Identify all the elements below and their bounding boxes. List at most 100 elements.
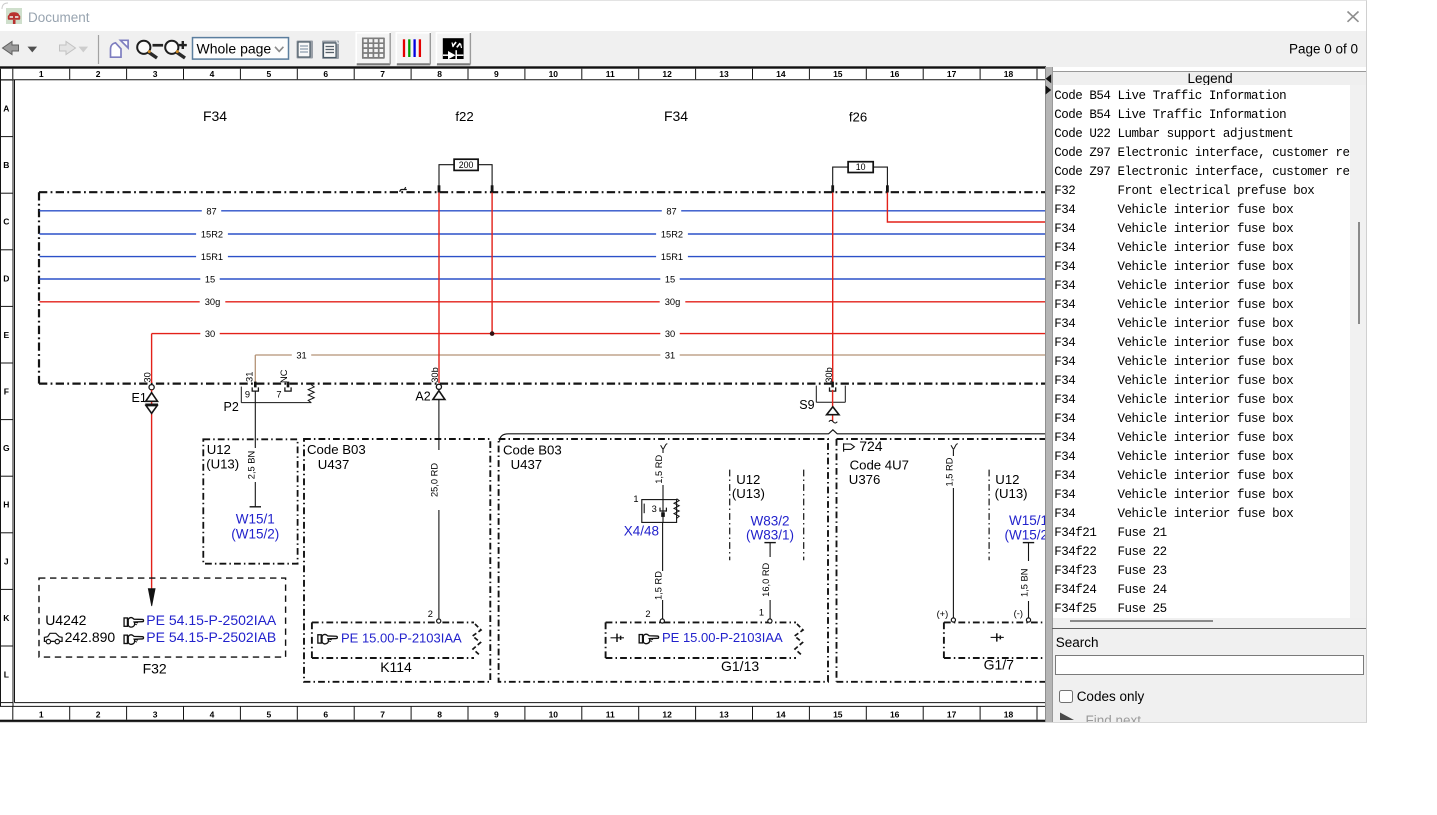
svg-text:25,0 RD: 25,0 RD bbox=[430, 463, 440, 497]
svg-text:15: 15 bbox=[205, 274, 215, 284]
svg-text:(U13): (U13) bbox=[206, 457, 239, 472]
svg-text:242.890: 242.890 bbox=[65, 629, 116, 645]
svg-text:31: 31 bbox=[665, 350, 675, 360]
svg-text:15R1: 15R1 bbox=[201, 252, 223, 262]
svg-text:A: A bbox=[3, 104, 9, 114]
svg-text:f26: f26 bbox=[849, 110, 867, 125]
svg-text:G: G bbox=[3, 443, 10, 453]
svg-text:87: 87 bbox=[666, 207, 676, 217]
svg-text:31: 31 bbox=[244, 372, 254, 382]
svg-text:15: 15 bbox=[833, 69, 843, 79]
svg-text:16,0 RD: 16,0 RD bbox=[761, 562, 771, 596]
svg-text:K114: K114 bbox=[380, 659, 412, 675]
svg-text:S9: S9 bbox=[799, 398, 814, 412]
svg-text:PE 54.15-P-2502IAA: PE 54.15-P-2502IAA bbox=[146, 612, 277, 628]
svg-text:3: 3 bbox=[153, 709, 158, 719]
svg-text:3: 3 bbox=[652, 504, 657, 514]
svg-text:(W15/2): (W15/2) bbox=[231, 527, 279, 542]
svg-text:G1/7: G1/7 bbox=[984, 656, 1015, 672]
svg-text:6: 6 bbox=[323, 709, 328, 719]
svg-text:724: 724 bbox=[859, 438, 883, 454]
svg-text:30: 30 bbox=[143, 372, 153, 382]
svg-text:9: 9 bbox=[494, 709, 499, 719]
svg-text:7: 7 bbox=[276, 389, 281, 399]
svg-text:14: 14 bbox=[776, 709, 786, 719]
svg-text:12: 12 bbox=[662, 69, 672, 79]
svg-text:15R1: 15R1 bbox=[661, 252, 683, 262]
svg-text:5: 5 bbox=[267, 709, 272, 719]
svg-text:10: 10 bbox=[856, 162, 866, 172]
svg-text:87: 87 bbox=[206, 207, 216, 217]
svg-text:NC: NC bbox=[279, 369, 289, 383]
svg-text:X4/48: X4/48 bbox=[624, 524, 659, 539]
svg-text:9: 9 bbox=[245, 389, 250, 399]
svg-text:(+): (+) bbox=[937, 609, 949, 619]
svg-text:30: 30 bbox=[665, 329, 675, 339]
svg-text:11: 11 bbox=[606, 709, 615, 719]
svg-text:PE 15.00-P-2103IAA: PE 15.00-P-2103IAA bbox=[662, 630, 783, 645]
svg-text:U437: U437 bbox=[318, 457, 350, 472]
svg-text:U376: U376 bbox=[849, 472, 881, 487]
svg-text:18: 18 bbox=[1004, 69, 1014, 79]
svg-text:8: 8 bbox=[437, 69, 442, 79]
svg-text:C: C bbox=[3, 217, 9, 227]
svg-text:P2: P2 bbox=[224, 400, 239, 414]
svg-text:U12: U12 bbox=[207, 442, 231, 457]
svg-text:Find next: Find next bbox=[1086, 713, 1142, 722]
svg-text:2,5 BN: 2,5 BN bbox=[246, 451, 256, 479]
svg-text:14: 14 bbox=[776, 69, 786, 79]
svg-text:10: 10 bbox=[549, 709, 559, 719]
svg-text:12: 12 bbox=[662, 709, 672, 719]
svg-text:W15/1: W15/1 bbox=[1009, 513, 1046, 528]
svg-text:U4242: U4242 bbox=[45, 612, 86, 628]
svg-text:2: 2 bbox=[645, 609, 650, 619]
svg-text:E: E bbox=[3, 330, 9, 340]
svg-text:L: L bbox=[4, 670, 9, 680]
svg-text:(-): (-) bbox=[1014, 608, 1023, 618]
svg-text:17: 17 bbox=[947, 709, 957, 719]
svg-text:A2: A2 bbox=[415, 389, 430, 403]
svg-text:W15/1: W15/1 bbox=[236, 511, 275, 526]
svg-text:30: 30 bbox=[205, 329, 215, 339]
svg-text:7: 7 bbox=[380, 709, 385, 719]
svg-text:U12: U12 bbox=[736, 472, 760, 487]
svg-text:(U13): (U13) bbox=[732, 486, 765, 501]
svg-text:U12: U12 bbox=[995, 472, 1019, 487]
svg-text:10: 10 bbox=[549, 69, 559, 79]
svg-text:15R2: 15R2 bbox=[661, 230, 683, 240]
svg-text:1: 1 bbox=[759, 608, 764, 618]
svg-text:1,5 RD: 1,5 RD bbox=[944, 457, 954, 486]
svg-text:(U13): (U13) bbox=[995, 486, 1028, 501]
svg-text:4: 4 bbox=[210, 69, 215, 79]
svg-text:Code B03: Code B03 bbox=[503, 443, 562, 458]
svg-text:5: 5 bbox=[267, 69, 272, 79]
svg-text:30b: 30b bbox=[824, 367, 834, 383]
svg-text:4: 4 bbox=[210, 709, 215, 719]
svg-text:Code B03: Code B03 bbox=[307, 442, 366, 457]
svg-text:E1: E1 bbox=[132, 391, 147, 405]
svg-text:3: 3 bbox=[153, 69, 158, 79]
svg-text:15: 15 bbox=[833, 709, 843, 719]
svg-text:PE 15.00-P-2103IAA: PE 15.00-P-2103IAA bbox=[341, 630, 462, 645]
svg-text:K: K bbox=[3, 613, 10, 623]
svg-text:1: 1 bbox=[39, 69, 44, 79]
svg-text:30b: 30b bbox=[430, 367, 440, 383]
svg-text:1: 1 bbox=[39, 709, 44, 719]
svg-text:13: 13 bbox=[719, 709, 729, 719]
svg-text:PE 54.15-P-2502IAB: PE 54.15-P-2502IAB bbox=[146, 629, 276, 645]
svg-text:2: 2 bbox=[96, 709, 101, 719]
svg-text:F34: F34 bbox=[203, 108, 227, 124]
svg-text:F: F bbox=[4, 387, 9, 397]
svg-text:U437: U437 bbox=[511, 457, 543, 472]
svg-text:2: 2 bbox=[428, 609, 433, 619]
svg-text:11: 11 bbox=[606, 69, 615, 79]
svg-text:D: D bbox=[3, 273, 9, 283]
svg-text:F34: F34 bbox=[664, 108, 688, 124]
svg-text:1: 1 bbox=[633, 494, 638, 504]
svg-text:6: 6 bbox=[323, 69, 328, 79]
svg-text:30g: 30g bbox=[205, 297, 221, 307]
svg-text:31: 31 bbox=[296, 350, 306, 360]
svg-text:7: 7 bbox=[380, 69, 385, 79]
svg-text:Page 0 of 0: Page 0 of 0 bbox=[1289, 42, 1358, 57]
svg-text:W83/2: W83/2 bbox=[750, 513, 789, 528]
